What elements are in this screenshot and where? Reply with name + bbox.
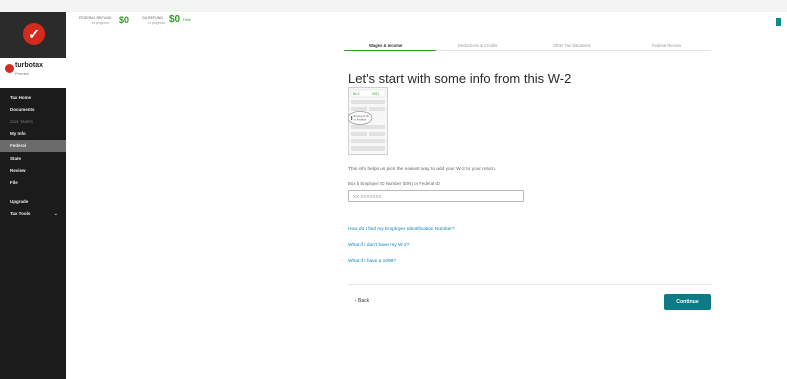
- sidebar: ✓ turbotax Premier Tax Home Documents 20…: [0, 12, 66, 379]
- divider: [348, 284, 712, 285]
- sidebar-item-tax-tools[interactable]: Tax Tools ⌄: [0, 208, 66, 220]
- w2-highlight-line2: or Federal: [354, 118, 367, 122]
- brand-name: turbotax: [15, 62, 43, 69]
- info-text: This info helps us pick the easiest way …: [348, 167, 497, 172]
- w2-badge: W-2: [353, 92, 360, 96]
- checkmark-logo-icon: ✓: [23, 23, 45, 45]
- bookmark-icon[interactable]: [776, 18, 781, 28]
- state-refund-label: GA REFUND: [142, 16, 163, 20]
- top-strip: [0, 0, 787, 12]
- ein-field-label: Box b Employer ID Number (EIN) or Federa…: [348, 181, 440, 186]
- step-wages-income[interactable]: Wages & Income: [369, 43, 402, 48]
- sidebar-item-state[interactable]: State: [0, 153, 66, 165]
- logo-block[interactable]: ✓: [0, 12, 66, 58]
- help-link-find-ein[interactable]: How do I find my Employer Identification…: [348, 227, 455, 232]
- w2-form-illustration: W-2 2021 Employer ID or Federal: [348, 87, 388, 155]
- state-refund-status: In progress: [148, 21, 165, 25]
- sidebar-item-label: Tax Tools: [10, 211, 31, 216]
- sidebar-item-file[interactable]: File: [0, 177, 66, 189]
- federal-refund-amount: $0: [119, 15, 130, 25]
- w2-year: 2021: [372, 92, 379, 96]
- sidebar-item-documents[interactable]: Documents: [0, 104, 66, 116]
- federal-refund-status: In progress: [92, 21, 109, 25]
- back-button[interactable]: ‹ Back: [355, 298, 369, 304]
- chevron-down-icon: ⌄: [53, 211, 58, 217]
- brand-edition: Premier: [15, 71, 30, 76]
- hide-refund-link[interactable]: Hide: [183, 18, 191, 22]
- step-federal-review[interactable]: Federal Review: [652, 43, 681, 48]
- state-refund-amount: $0: [169, 14, 181, 25]
- sidebar-item-tax-home[interactable]: Tax Home: [0, 92, 66, 104]
- sidebar-item-federal[interactable]: Federal: [0, 140, 66, 152]
- brand-block: turbotax Premier: [0, 58, 66, 88]
- step-other-tax-situations[interactable]: Other Tax Situations: [553, 43, 591, 48]
- brand-logo-icon: [5, 64, 14, 73]
- step-deductions-credits[interactable]: Deductions & Credits: [458, 43, 497, 48]
- help-link-1099[interactable]: What if I have a 1099?: [348, 259, 396, 264]
- page-title: Let's start with some info from this W-2: [348, 71, 572, 86]
- ein-input[interactable]: [348, 190, 524, 202]
- continue-button[interactable]: Continue: [664, 294, 711, 310]
- sidebar-item-my-info[interactable]: My Info: [0, 128, 66, 140]
- sidebar-item-upgrade[interactable]: Upgrade: [0, 196, 66, 208]
- progress-indicator: [344, 50, 436, 51]
- sidebar-item-review[interactable]: Review: [0, 165, 66, 177]
- help-link-no-w2[interactable]: What if I don't have my W-2?: [348, 243, 409, 248]
- sidebar-section-taxes: 2021 TAXES: [10, 119, 33, 124]
- federal-refund-label: FEDERAL REFUND: [79, 16, 112, 20]
